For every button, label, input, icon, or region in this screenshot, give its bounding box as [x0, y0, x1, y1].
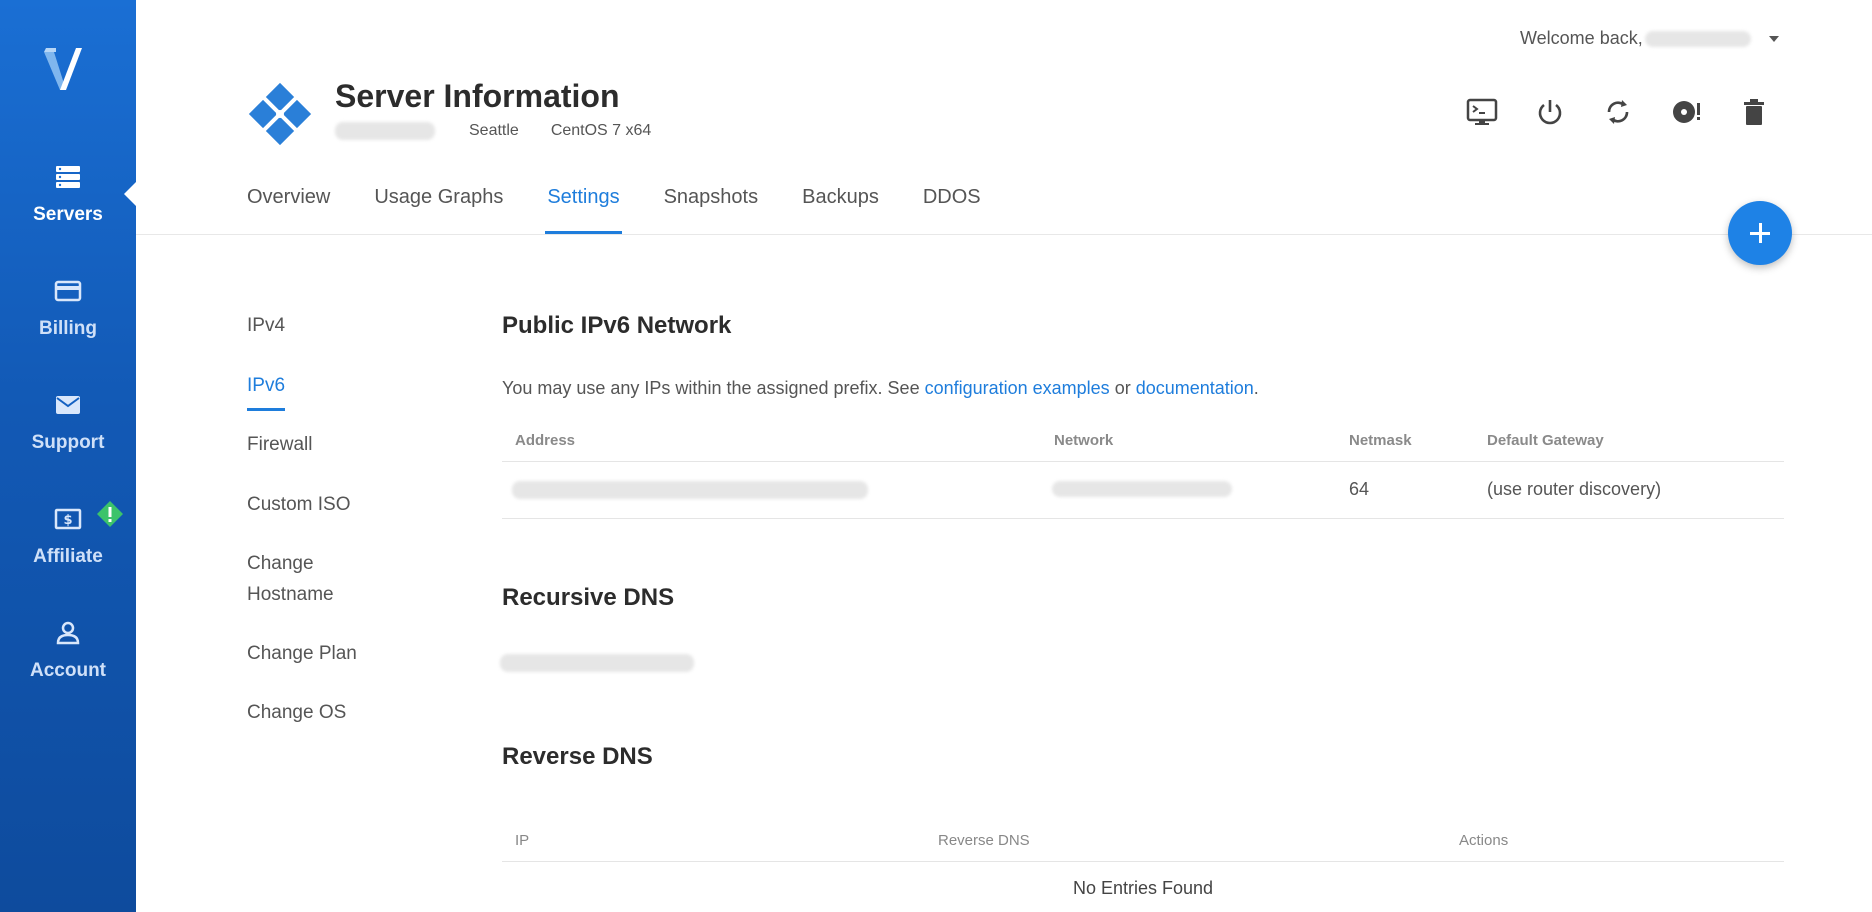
sidebar-item-label: Affiliate — [33, 546, 103, 567]
ipv6-address-redacted — [512, 481, 868, 499]
tab-overview[interactable]: Overview — [247, 186, 330, 234]
subnav-change-os[interactable]: Change OS — [247, 697, 397, 728]
col-address: Address — [515, 432, 576, 449]
tab-usage-graphs[interactable]: Usage Graphs — [374, 186, 503, 234]
trash-icon[interactable] — [1738, 96, 1770, 128]
tab-backups[interactable]: Backups — [802, 186, 879, 234]
reverse-dns-title: Reverse DNS — [502, 743, 653, 770]
user-icon — [56, 621, 80, 645]
recursive-dns-title: Recursive DNS — [502, 584, 675, 611]
col-reverse-dns: Reverse DNS — [938, 832, 1030, 849]
server-os-logo-icon — [248, 82, 312, 146]
documentation-link[interactable]: documentation — [1136, 378, 1254, 398]
restart-icon[interactable] — [1602, 96, 1634, 128]
active-nav-pointer — [124, 182, 136, 206]
add-button[interactable] — [1728, 201, 1792, 265]
ipv6-gateway: (use router discovery) — [1487, 479, 1662, 499]
server-stack-icon — [56, 166, 80, 188]
username-redacted — [1644, 31, 1751, 48]
ipv6-network-redacted — [1052, 481, 1232, 497]
subnav-ipv6[interactable]: IPv6 — [247, 370, 397, 401]
sidebar-item-label: Servers — [33, 204, 103, 225]
no-entries-message: No Entries Found — [1072, 878, 1214, 898]
caret-down-icon — [1768, 36, 1779, 43]
configuration-examples-link[interactable]: configuration examples — [925, 378, 1110, 398]
server-label-redacted — [335, 122, 435, 140]
col-actions: Actions — [1459, 832, 1509, 849]
tab-ddos[interactable]: DDOS — [923, 186, 981, 234]
server-meta: Seattle CentOS 7 x64 — [335, 122, 683, 140]
vultr-logo[interactable] — [42, 46, 94, 98]
tab-snapshots[interactable]: Snapshots — [664, 186, 759, 234]
col-netmask: Netmask — [1349, 432, 1412, 449]
console-icon[interactable] — [1466, 96, 1498, 128]
sidebar-item-label: Billing — [38, 318, 98, 339]
credit-card-icon — [54, 280, 82, 302]
ipv6-description: You may use any IPs within the assigned … — [502, 378, 1259, 399]
sidebar-item-label: Account — [30, 660, 106, 681]
sidebar: Servers Billing Support $ Affiliate Acco… — [0, 0, 136, 912]
col-default-gateway: Default Gateway — [1487, 432, 1604, 449]
sidebar-item-servers[interactable]: Servers — [0, 162, 136, 226]
ipv6-table-header: Address Network Netmask Default Gateway — [502, 418, 1784, 462]
welcome-text: Welcome back, — [1520, 28, 1643, 48]
tab-settings[interactable]: Settings — [545, 186, 622, 234]
subnav-custom-iso[interactable]: Custom ISO — [247, 489, 397, 520]
sidebar-item-account[interactable]: Account — [0, 618, 136, 682]
sidebar-item-billing[interactable]: Billing — [0, 276, 136, 340]
reverse-dns-table-header: IP Reverse DNS Actions — [502, 818, 1784, 862]
alert-badge-icon — [97, 501, 123, 527]
reinstall-icon[interactable] — [1670, 96, 1702, 128]
col-ip: IP — [515, 832, 530, 849]
server-os: CentOS 7 x64 — [550, 122, 652, 139]
ipv6-desc-prefix: You may use any IPs within the assigned … — [502, 378, 925, 398]
table-row: 64 (use router discovery) — [502, 463, 1784, 519]
ipv6-section-title: Public IPv6 Network — [502, 312, 732, 339]
page-title: Server Information — [335, 78, 620, 114]
col-network: Network — [1054, 432, 1114, 449]
tabs-divider — [136, 234, 1872, 235]
subnav-ipv4[interactable]: IPv4 — [247, 310, 397, 341]
ipv6-netmask: 64 — [1349, 479, 1370, 499]
power-icon[interactable] — [1534, 96, 1566, 128]
subnav-firewall[interactable]: Firewall — [247, 429, 397, 460]
svg-text:$: $ — [63, 513, 72, 528]
server-actions — [1466, 96, 1770, 128]
subnav-change-hostname[interactable]: Change Hostname — [247, 548, 347, 610]
envelope-icon — [56, 396, 80, 414]
sidebar-item-label: Support — [31, 432, 105, 453]
subnav-change-plan[interactable]: Change Plan — [247, 638, 397, 669]
server-tabs: Overview Usage Graphs Settings Snapshots… — [247, 186, 981, 234]
dollar-bill-icon: $ — [54, 508, 82, 530]
recursive-dns-redacted — [500, 654, 694, 672]
user-menu[interactable]: Welcome back, — [1520, 28, 1779, 49]
server-location: Seattle — [469, 122, 519, 139]
ipv6-desc-mid: or — [1109, 378, 1136, 398]
sidebar-item-support[interactable]: Support — [0, 390, 136, 454]
ipv6-desc-suffix: . — [1253, 378, 1259, 398]
subnav-active-indicator — [247, 408, 285, 411]
